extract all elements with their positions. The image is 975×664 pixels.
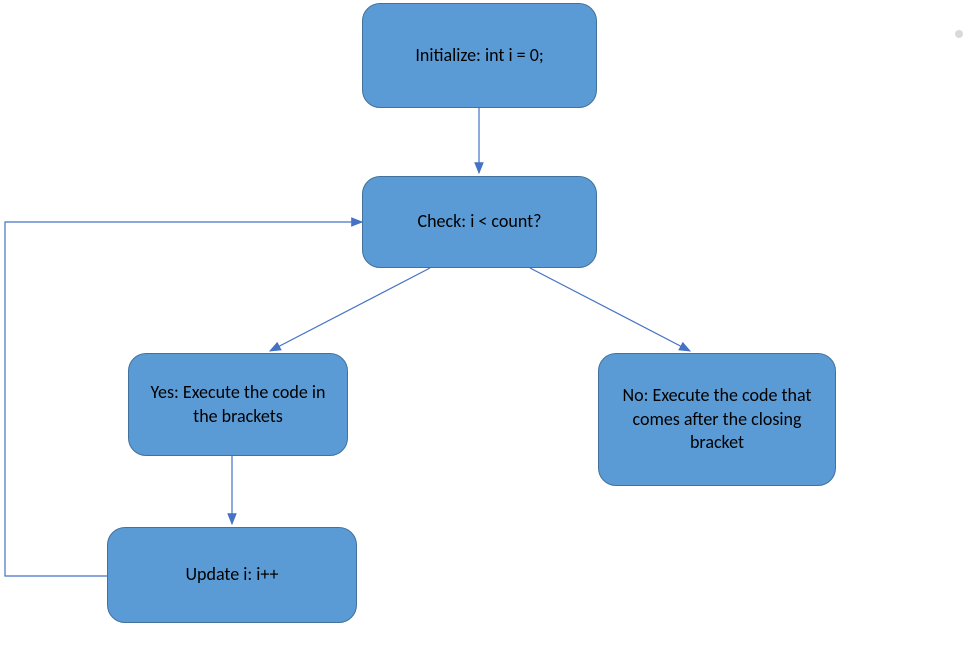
node-initialize-label: Initialize: int i = 0;: [415, 44, 543, 67]
decorative-dot: [955, 30, 963, 38]
node-no: No: Execute the code that comes after th…: [598, 353, 836, 486]
node-check: Check: i < count?: [362, 176, 597, 268]
node-no-label: No: Execute the code that comes after th…: [617, 384, 817, 454]
node-initialize: Initialize: int i = 0;: [362, 3, 597, 108]
node-update: Update i: i++: [107, 527, 357, 623]
node-update-label: Update i: i++: [186, 563, 279, 586]
node-yes-label: Yes: Execute the code in the brackets: [147, 381, 329, 428]
node-check-label: Check: i < count?: [418, 210, 542, 233]
node-yes: Yes: Execute the code in the brackets: [128, 353, 348, 456]
